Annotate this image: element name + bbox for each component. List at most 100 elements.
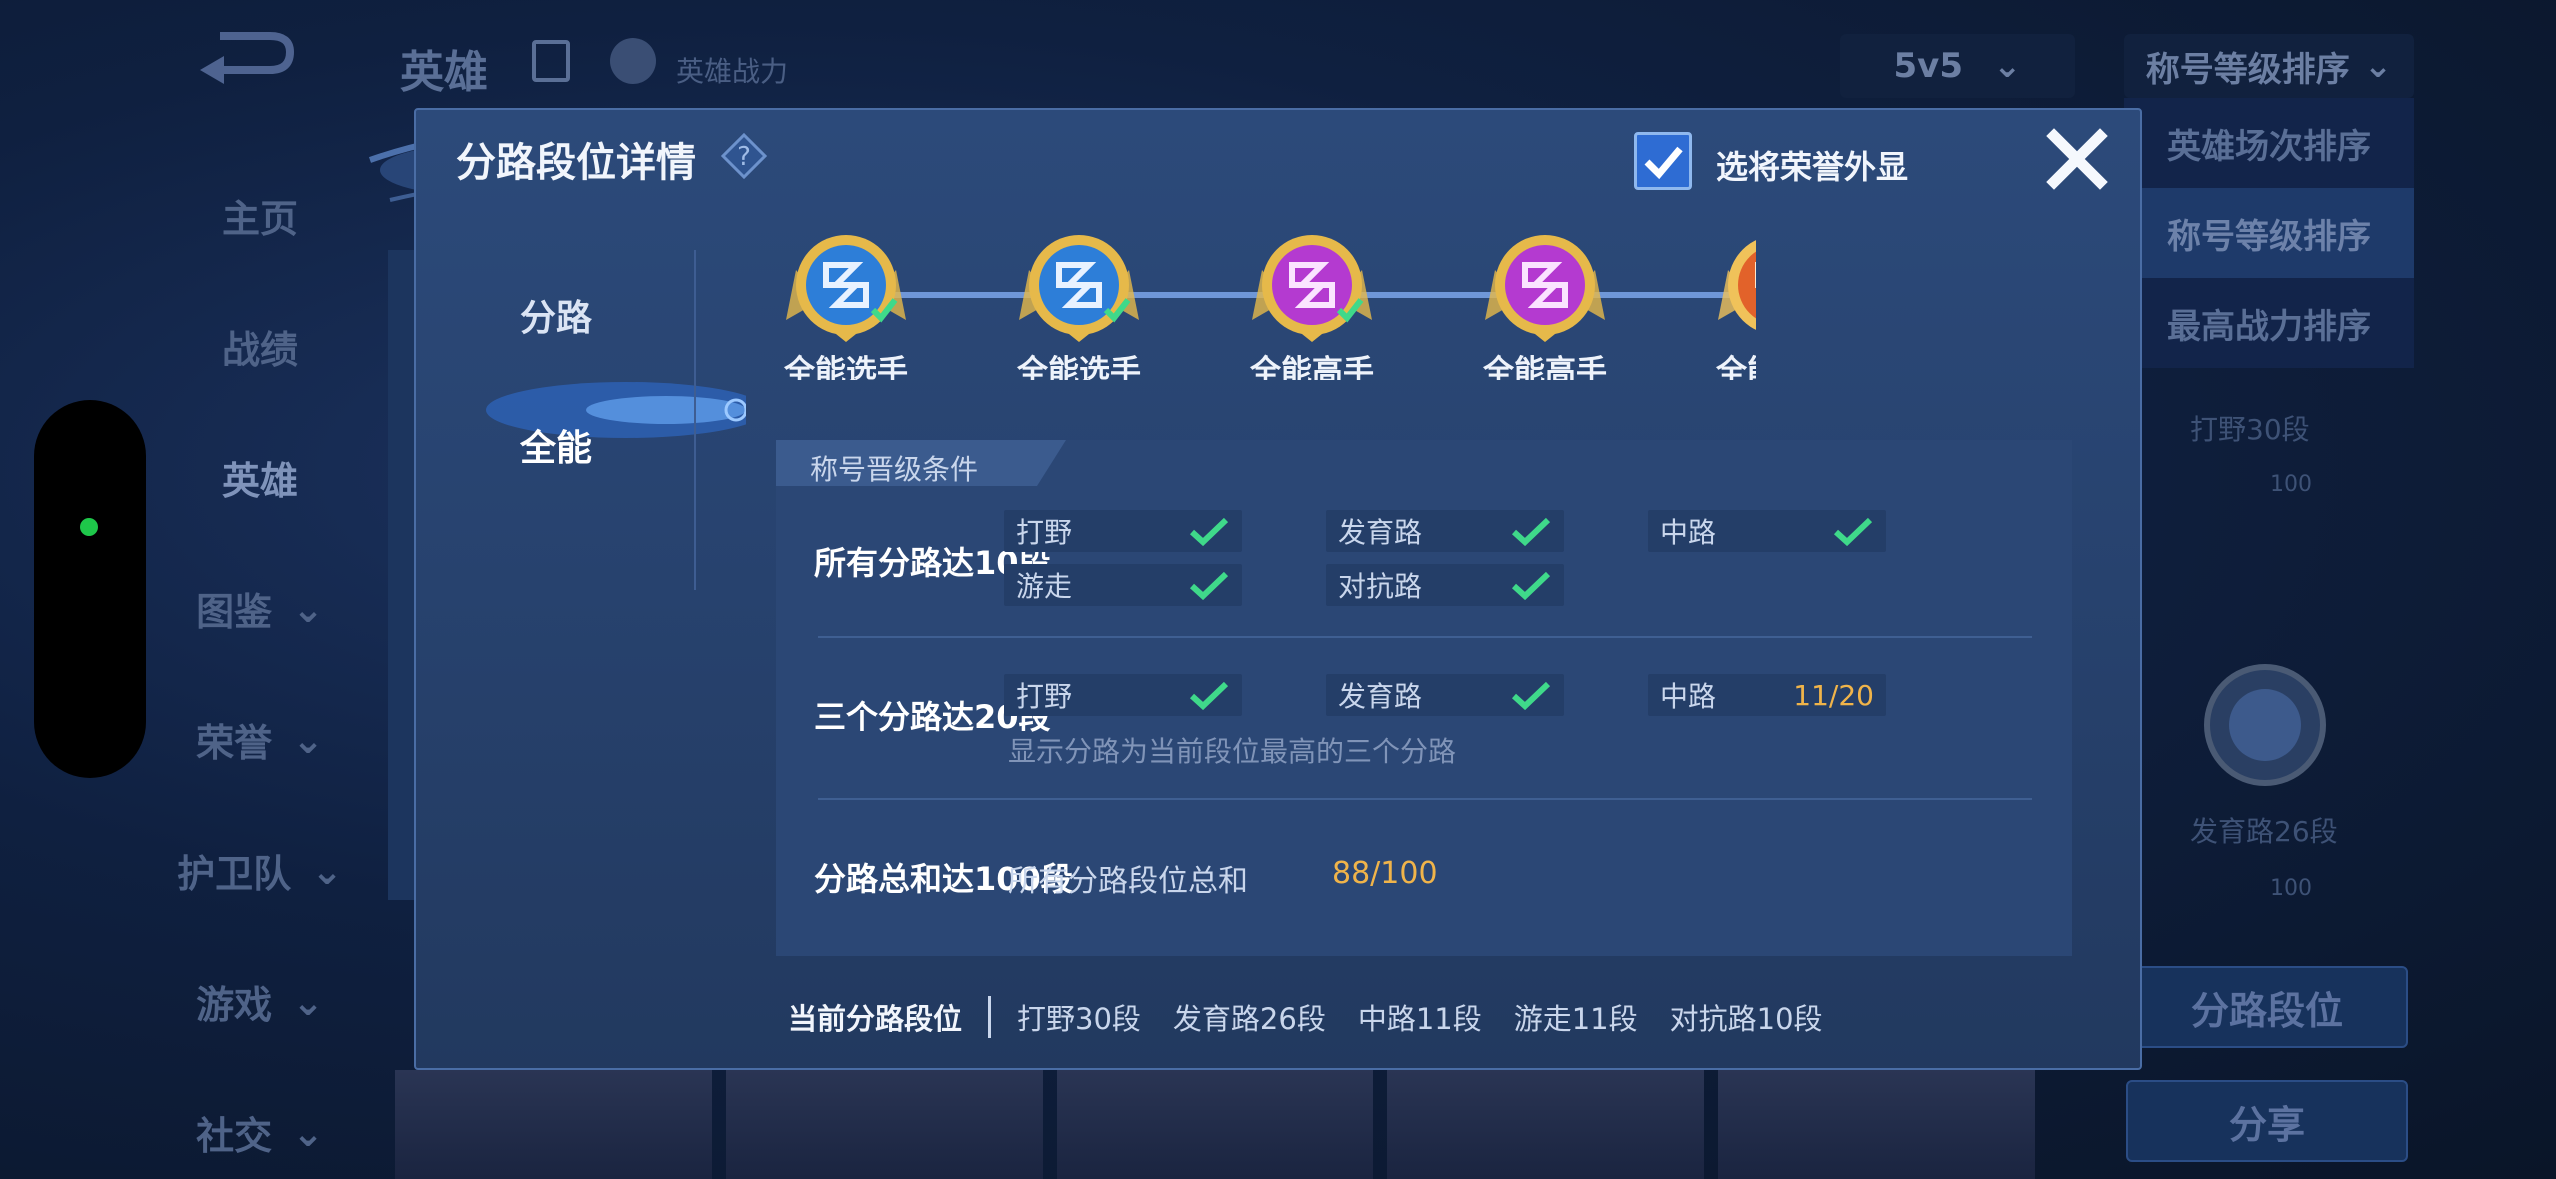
chip-progress: 11/20 <box>1793 678 1874 712</box>
honor-display-label: 选将荣誉外显 <box>1716 148 1909 186</box>
medal-icon <box>1718 240 1756 330</box>
hero-power-icon <box>610 38 656 84</box>
side-item-codex[interactable]: 图鉴 ⌄ <box>160 543 360 674</box>
medal-label: 全能大师 <box>1716 354 1756 380</box>
side-item-guard[interactable]: 护卫队 ⌄ <box>160 805 360 936</box>
lane-rank-button[interactable]: 分路段位 <box>2126 966 2408 1048</box>
chevron-down-icon: ⌄ <box>311 848 343 893</box>
side-item-label: 游戏 <box>196 983 273 1027</box>
footer-item: 发育路26段 <box>1172 1002 1326 1036</box>
medal-label: 全能选手 <box>784 354 908 380</box>
sort-option[interactable]: 最高战力排序 <box>2124 278 2414 368</box>
badge-number: 100 <box>2270 876 2312 901</box>
lane-medal-icon <box>2204 664 2326 786</box>
close-icon[interactable] <box>2044 126 2110 192</box>
condition-chip: 发育路 <box>1326 674 1564 716</box>
hero-card[interactable] <box>1718 1070 2035 1179</box>
chevron-down-icon: ⌄ <box>292 1110 324 1155</box>
side-item-label: 荣誉 <box>196 721 273 765</box>
side-item-label: 主页 <box>221 197 298 241</box>
chevron-down-icon: ⌄ <box>292 717 324 762</box>
chip-label: 打野 <box>1016 680 1073 713</box>
hero-card[interactable] <box>395 1070 712 1179</box>
chevron-down-icon: ⌄ <box>292 586 324 631</box>
checkmark-icon <box>1644 146 1683 180</box>
chip-label: 中路 <box>1660 516 1717 549</box>
condition-chip: 打野 <box>1004 674 1242 716</box>
badge-number: 100 <box>2270 472 2312 497</box>
tab-lane[interactable]: 分路 <box>416 260 696 370</box>
condition-chip: 中路 11/20 <box>1648 674 1886 716</box>
page-title: 英雄 <box>400 47 488 98</box>
medal-label: 全能选手 <box>1017 354 1141 380</box>
hero-card[interactable] <box>1056 1070 1374 1179</box>
footer-label: 当前分路段位 <box>788 1002 963 1036</box>
check-icon <box>1511 681 1551 710</box>
lane-rank-text: 打野30段 <box>2190 413 2310 446</box>
chip-label: 对抗路 <box>1338 570 1423 603</box>
condition-note: 显示分路为当前段位最高的三个分路 <box>1008 735 1457 768</box>
sum-label: 所有分路段位总和 <box>1008 864 1248 899</box>
conditions-tag-label: 称号晋级条件 <box>810 453 979 486</box>
conditions-panel: 称号晋级条件 所有分路达10段 打野 发育路 中路 游走 对抗路 三个分路达20… <box>776 440 2072 956</box>
floating-handle[interactable] <box>34 400 146 778</box>
hero-card[interactable] <box>1387 1070 1705 1179</box>
hero-power-label[interactable]: 英雄战力 <box>676 50 788 90</box>
chip-label: 发育路 <box>1338 516 1423 549</box>
honor-display-checkbox[interactable] <box>1634 132 1692 190</box>
side-item-record[interactable]: 战绩 <box>160 281 360 412</box>
medal-icon <box>1019 235 1139 342</box>
dialog-title: 分路段位详情 <box>456 140 696 186</box>
current-lane-ranks: 当前分路段位 打野30段 发育路26段 中路11段 游走11段 对抗路10段 <box>788 992 1855 1042</box>
side-item-social[interactable]: 社交 ⌄ <box>160 1067 360 1179</box>
sort-value: 称号等级排序 <box>2145 49 2350 90</box>
condition-chip: 对抗路 <box>1326 564 1564 606</box>
side-item-honor[interactable]: 荣誉 ⌄ <box>160 674 360 805</box>
tab-all-round[interactable]: 全能 <box>416 390 696 500</box>
medal-icon <box>1252 235 1372 342</box>
check-icon <box>1511 517 1551 546</box>
check-icon <box>1189 571 1229 600</box>
medal-orange[interactable]: 全能大师 <box>1688 230 1756 380</box>
side-item-home[interactable]: 主页 <box>160 150 360 281</box>
row-divider <box>818 798 2032 800</box>
side-menu: 主页 战绩 英雄 图鉴 ⌄ 荣誉 ⌄ 护卫队 ⌄ 游戏 ⌄ 社交 ⌄ <box>160 150 360 1179</box>
chip-label: 发育路 <box>1338 680 1423 713</box>
check-icon <box>1189 517 1229 546</box>
chip-label: 打野 <box>1016 516 1073 549</box>
side-item-label: 图鉴 <box>196 590 273 634</box>
svg-text:?: ? <box>737 142 751 172</box>
condition-chip: 打野 <box>1004 510 1242 552</box>
footer-item: 打野30段 <box>1017 1002 1141 1036</box>
sum-progress: 88/100 <box>1332 856 1438 891</box>
footer-item: 游走11段 <box>1513 1002 1638 1036</box>
check-icon <box>1189 681 1229 710</box>
mode-select[interactable]: 5v5 ⌄ <box>1840 34 2075 98</box>
medal-purple[interactable]: 全能高手 <box>1455 230 1635 380</box>
condition-chip: 发育路 <box>1326 510 1564 552</box>
back-arrow-icon[interactable] <box>190 30 300 90</box>
side-item-label: 护卫队 <box>177 852 292 896</box>
side-item-label: 战绩 <box>221 328 298 372</box>
chip-label: 游走 <box>1016 570 1073 603</box>
sort-option[interactable]: 英雄场次排序 <box>2124 98 2414 188</box>
mode-value: 5v5 <box>1893 46 1963 86</box>
medal-track: 全能选手全能选手全能高手全能高手全能大师全能 <box>756 230 1756 380</box>
medal-purple[interactable]: 全能高手 <box>1222 230 1402 380</box>
medal-label: 全能高手 <box>1250 354 1374 380</box>
footer-item: 中路11段 <box>1357 1002 1482 1036</box>
help-icon[interactable]: ? <box>721 133 767 179</box>
share-button[interactable]: 分享 <box>2126 1080 2408 1162</box>
condition-chip: 中路 <box>1648 510 1886 552</box>
sort-select[interactable]: 称号等级排序 ⌄ <box>2124 34 2414 98</box>
side-item-game[interactable]: 游戏 ⌄ <box>160 936 360 1067</box>
medal-icon <box>786 235 906 342</box>
lane-rank-dialog: 分路段位详情 ? 选将荣誉外显 分路 全能 全能选手 全能选手 全能高手 全能高手 全能… <box>414 108 2142 1070</box>
medal-blue[interactable]: 全能选手 <box>989 230 1169 380</box>
sort-option[interactable]: 称号等级排序 <box>2124 188 2414 278</box>
list-icon[interactable] <box>532 40 570 82</box>
side-item-hero[interactable]: 英雄 <box>160 412 360 543</box>
medal-blue[interactable]: 全能选手 <box>756 230 936 380</box>
sort-dropdown: 英雄场次排序 称号等级排序 最高战力排序 <box>2124 98 2414 368</box>
hero-card[interactable] <box>725 1070 1043 1179</box>
